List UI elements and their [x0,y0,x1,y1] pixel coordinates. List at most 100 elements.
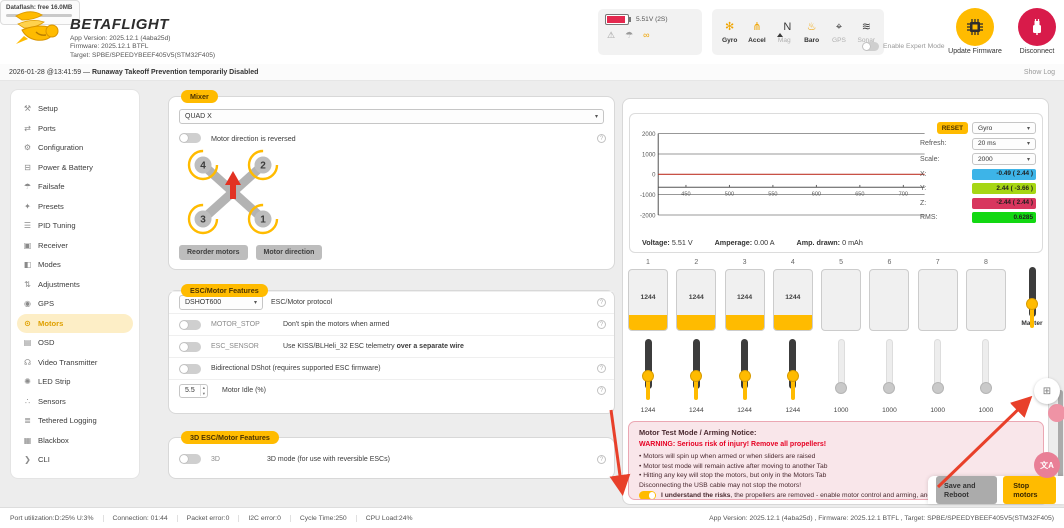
sidebar-item-presets[interactable]: ✦Presets [11,197,139,217]
wrench-icon: ⚒ [21,104,34,113]
mixer-panel: Mixer QUAD X ▾ Motor direction is revers… [168,96,615,270]
motor-direction-button[interactable]: Motor direction [256,245,323,260]
motor-idle-input[interactable]: 5.5 ▴ ▾ [179,384,208,398]
sidebar-item-gps[interactable]: ◉GPS [11,294,139,314]
motor-slider-6[interactable] [869,339,909,405]
sidebar-item-receiver[interactable]: ▣Receiver [11,236,139,256]
log-message-text: Runaway Takeoff Prevention temporarily D… [92,69,258,76]
sensor-label: Baro [804,37,819,44]
translate-icon: 文A [1040,460,1054,471]
app-version: App Version: 2025.12.1 (4aba25d) [70,35,215,42]
motor-slider-4[interactable] [773,339,813,405]
refresh-select[interactable]: 20 ms▾ [972,138,1036,150]
motor-number-4: 4 [200,161,206,172]
understand-risks-toggle[interactable] [639,491,656,500]
translate-button[interactable]: 文A [1034,452,1060,478]
mixer-type-select[interactable]: QUAD X ▾ [179,109,604,124]
disconnect-button[interactable] [1018,8,1056,46]
accel-icon: ⋔ [752,21,761,35]
spin-down-icon[interactable]: ▾ [201,391,207,397]
esc-protocol-select[interactable]: DSHOT600 ▾ [179,295,263,310]
rms-value-chip: 0.6285 [972,212,1036,223]
motor-number: 2 [676,259,716,266]
cpu-load: CPU Load:24% [356,515,422,522]
sidebar-item-led-strip[interactable]: ✺LED Strip [11,372,139,392]
sidebar-item-ports[interactable]: ⇄Ports [11,119,139,139]
motor-direction-reversed-toggle[interactable] [179,133,201,143]
sidebar-item-osd[interactable]: ▤OSD [11,333,139,353]
help-icon[interactable]: ? [597,455,606,464]
failsafe-icon: ☂ [625,30,633,41]
help-icon[interactable]: ? [597,364,606,373]
esc-features-title: ESC/Motor Features [181,284,268,297]
motor-idle-label: Motor Idle (%) [222,387,266,394]
motor-value: 1000 [966,407,1006,414]
x-tick: 550 [768,192,777,198]
log-timestamp: 2026-01-28 @13:41:59 — [9,69,92,76]
help-icon[interactable]: ? [597,134,606,143]
reset-button[interactable]: RESET [937,122,968,134]
sensor-gyro: ✻ Gyro [717,21,743,44]
motor-number-3: 3 [200,215,206,226]
expert-mode-toggle[interactable] [862,42,879,51]
log-bar: 2026-01-28 @13:41:59 — Runaway Takeoff P… [0,64,1064,81]
motor-values-row: 1244 1244 1244 1244 1000 1000 1000 1000 [628,407,1006,414]
graph-source-select[interactable]: Gyro▾ [972,122,1036,134]
y-tick: 1000 [642,152,656,158]
update-firmware-button[interactable] [956,8,994,46]
motor-slider-1[interactable] [628,339,668,405]
esc-sensor-toggle[interactable] [179,342,201,352]
sidebar-item-blackbox[interactable]: ▦Blackbox [11,431,139,451]
y-tick: 2000 [642,132,656,138]
sidebar-item-pid-tuning[interactable]: ☰PID Tuning [11,216,139,236]
sidebar-item-modes[interactable]: ◧Modes [11,255,139,275]
sidebar-item-motors[interactable]: ⊙Motors [17,314,133,334]
target-name: Target: SPBE/SPEEDYBEEF405V5(STM32F405) [70,52,215,59]
sidebar-item-failsafe[interactable]: ☂Failsafe [11,177,139,197]
sidebar-item-tethered-logging[interactable]: ≣Tethered Logging [11,411,139,431]
chip-icon [966,18,984,36]
bidirectional-dshot-label: Bidirectional DShot (requires supported … [211,365,381,372]
motor-stop-name: MOTOR_STOP [211,321,283,328]
notification-dot[interactable] [1048,404,1064,422]
motor-stop-toggle[interactable] [179,320,201,330]
y-tick: -2000 [640,213,656,219]
sidebar-item-video-transmitter[interactable]: ☊Video Transmitter [11,353,139,373]
scale-select[interactable]: 2000▾ [972,153,1036,165]
3d-mode-toggle[interactable] [179,454,201,464]
stop-motors-button[interactable]: Stop motors [1003,476,1056,504]
help-icon[interactable]: ? [597,386,606,395]
sidebar-item-cli[interactable]: ❯CLI [11,450,139,470]
bidirectional-dshot-toggle[interactable] [179,364,201,374]
motor-number: 5 [821,259,861,266]
extension-grid-button[interactable]: ⊞ [1034,378,1060,404]
sidebar-item-adjustments[interactable]: ⇅Adjustments [11,275,139,295]
motor-slider-2[interactable] [676,339,716,405]
motor-stop-desc: Don't spin the motors when armed [283,321,389,328]
motor-slider-5[interactable] [821,339,861,405]
motor-direction-reversed-label: Motor direction is reversed [211,134,296,143]
motor-number: 1 [628,259,668,266]
sensors-icon: ∴ [21,397,34,406]
hornet-icon [12,6,64,50]
save-and-reboot-button[interactable]: Save and Reboot [936,476,997,504]
motor-slider-7[interactable] [918,339,958,405]
motor-slider-8[interactable] [966,339,1006,405]
sidebar-item-power-battery[interactable]: ⊟Power & Battery [11,158,139,178]
help-icon[interactable]: ? [597,320,606,329]
master-slider[interactable]: Master [1017,267,1047,327]
sidebar-item-setup[interactable]: ⚒Setup [11,99,139,119]
battery-icon: ⊟ [21,163,34,172]
warning-icon: ⚠ [607,30,615,41]
reorder-motors-button[interactable]: Reorder motors [179,245,248,260]
sensor-label: Gyro [722,37,737,44]
spinner[interactable]: ▴ ▾ [200,385,207,396]
sidebar-item-sensors[interactable]: ∴Sensors [11,392,139,412]
sidebar-item-configuration[interactable]: ⚙Configuration [11,138,139,158]
notice-bullet: • Motor test mode will remain active aft… [639,462,1033,472]
help-icon[interactable]: ? [597,298,606,307]
show-log-button[interactable]: Show Log [1024,69,1055,76]
motor-slider-3[interactable] [725,339,765,405]
motor-number: 7 [918,259,958,266]
antenna-icon: ☊ [21,358,34,367]
